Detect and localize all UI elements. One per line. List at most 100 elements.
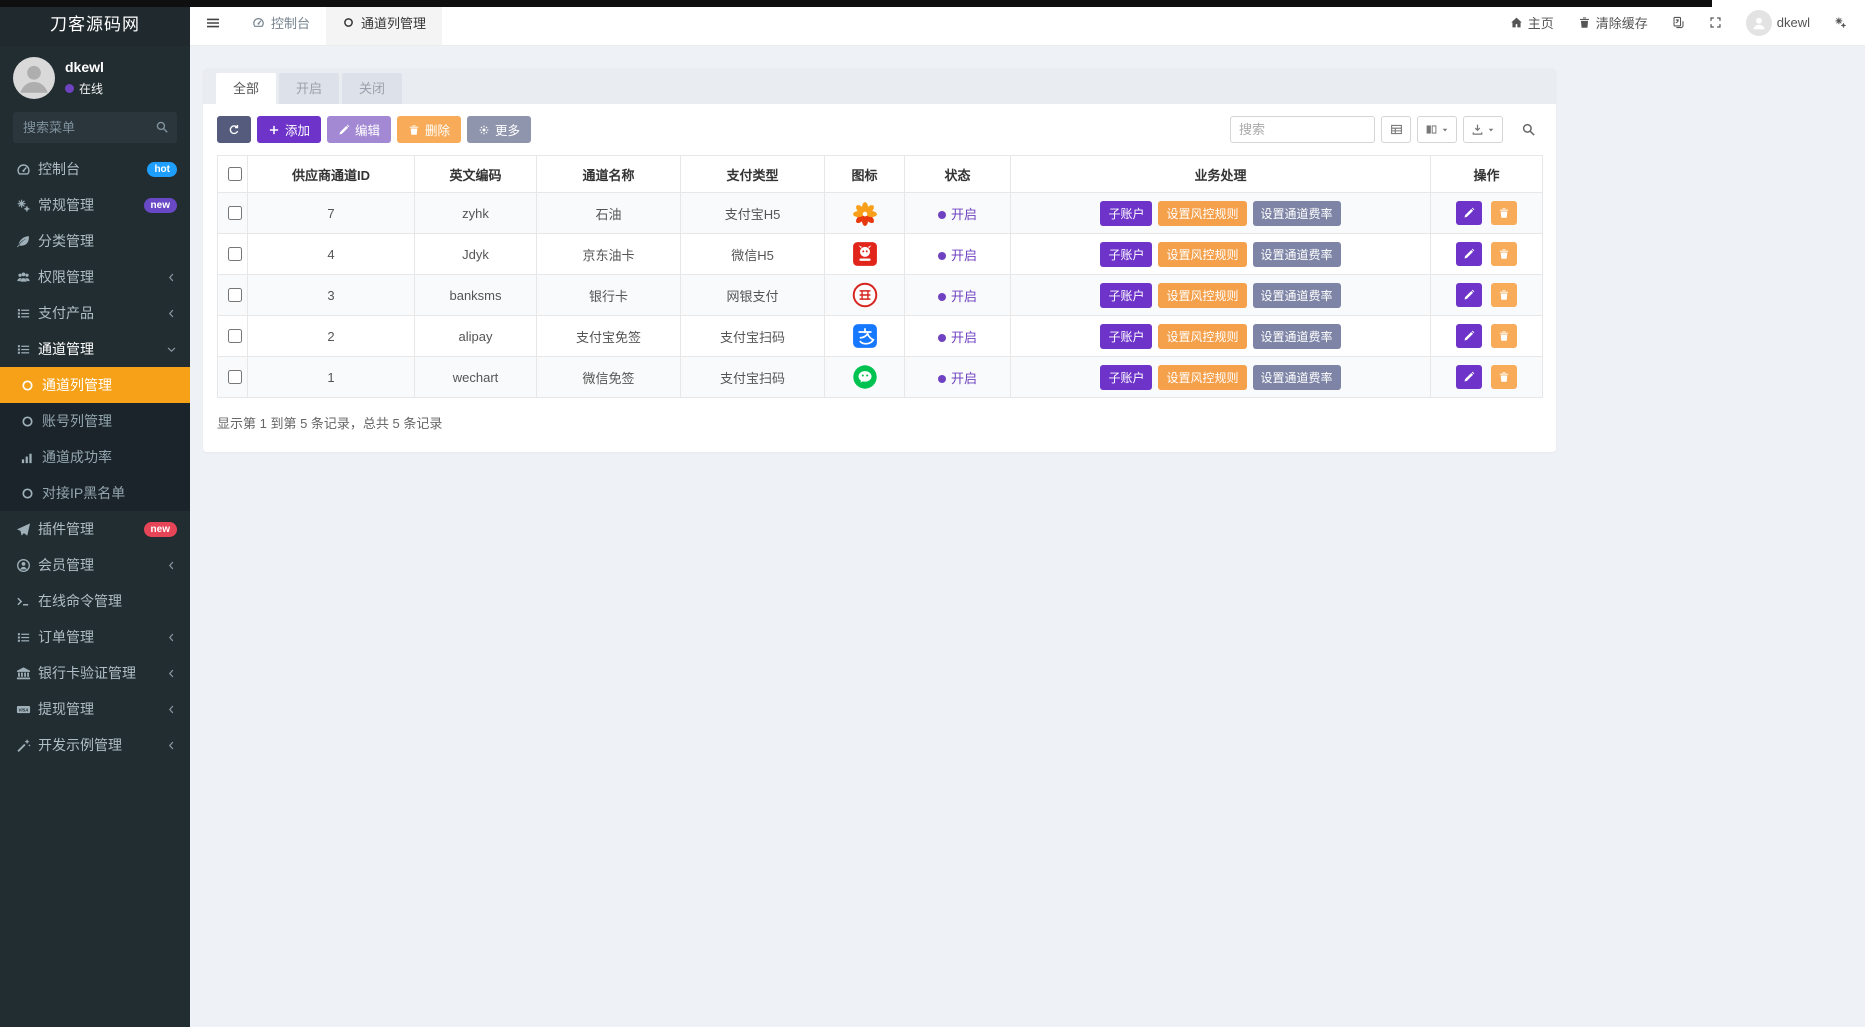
more-button[interactable]: 更多 — [467, 116, 532, 143]
circle-icon — [17, 486, 38, 501]
sidebar-item-channel-success-rate[interactable]: 通道成功率 — [0, 439, 190, 475]
row-action-badge[interactable]: 设置风控规则 — [1158, 241, 1247, 267]
row-checkbox[interactable] — [228, 329, 242, 343]
sidebar-item-channel-list[interactable]: 通道列管理 — [0, 367, 190, 403]
row-delete-button[interactable] — [1491, 324, 1518, 348]
person-icon — [1750, 14, 1768, 32]
sidebar-item-label: 支付产品 — [38, 305, 94, 321]
list-icon — [13, 630, 34, 645]
row-action-badge[interactable]: 设置风控规则 — [1158, 200, 1247, 226]
panel-body: 添加 编辑 删除 更多 搜索 供应商通道ID 英文编码 通道名称 支付类型 图标… — [203, 104, 1556, 452]
cell-business-actions: 子账户 设置风控规则 设置通道费率 — [1010, 192, 1431, 234]
row-delete-button[interactable] — [1491, 242, 1518, 266]
row-checkbox[interactable] — [228, 288, 242, 302]
row-action-badge[interactable]: 设置通道费率 — [1252, 200, 1341, 226]
sidebar-item-pay-product[interactable]: 支付产品 — [0, 295, 190, 331]
sidebar-item-console[interactable]: 控制台 hot — [0, 151, 190, 187]
sidebar-item-bankcard-verify[interactable]: 银行卡验证管理 — [0, 655, 190, 691]
sidebar-item-addon[interactable]: 插件管理 new — [0, 511, 190, 547]
sidebar-item-member[interactable]: 会员管理 — [0, 547, 190, 583]
list-icon — [13, 342, 34, 357]
row-action-badge[interactable]: 设置通道费率 — [1252, 241, 1341, 267]
filter-tab-closed[interactable]: 关闭 — [342, 73, 403, 104]
row-edit-button[interactable] — [1455, 324, 1482, 348]
row-action-badge[interactable]: 设置通道费率 — [1252, 323, 1341, 349]
row-delete-button[interactable] — [1491, 283, 1518, 307]
cell-channel-name: 微信免签 — [536, 356, 681, 398]
row-action-badge[interactable]: 子账户 — [1100, 282, 1153, 308]
row-action-badge[interactable]: 子账户 — [1100, 323, 1153, 349]
row-action-badge[interactable]: 设置通道费率 — [1252, 282, 1341, 308]
header-supplier-channel-id[interactable]: 供应商通道ID — [247, 155, 415, 193]
header-status[interactable]: 状态 — [904, 155, 1011, 193]
refresh-button[interactable] — [217, 116, 251, 143]
sidebar-item-account-list[interactable]: 账号列管理 — [0, 403, 190, 439]
filter-tab-open[interactable]: 开启 — [279, 73, 340, 104]
delete-button[interactable]: 删除 — [397, 116, 462, 143]
user-menu[interactable]: dkewl — [1745, 9, 1810, 36]
sidebar-item-dev-example[interactable]: 开发示例管理 — [0, 727, 190, 763]
navbar-right: 主页 清除缓存 dkewl — [1510, 9, 1865, 36]
row-edit-button[interactable] — [1455, 365, 1482, 389]
cell-icon — [824, 315, 905, 357]
petrochina-icon — [852, 200, 878, 226]
delete-label: 删除 — [425, 124, 451, 138]
sidebar-item-ip-blacklist[interactable]: 对接IP黑名单 — [0, 475, 190, 511]
row-checkbox[interactable] — [228, 370, 242, 384]
app-window: 刀客源码网 dkewl 在线 控制台hot 常规管理new 分类管理 权限管理 … — [0, 0, 1865, 1027]
row-edit-button[interactable] — [1455, 283, 1482, 307]
settings-button[interactable] — [1834, 16, 1847, 29]
sidebar-item-auth[interactable]: 权限管理 — [0, 259, 190, 295]
sidebar-item-order[interactable]: 订单管理 — [0, 619, 190, 655]
filter-tab-all[interactable]: 全部 — [216, 73, 277, 104]
sidebar-item-online-command[interactable]: 在线命令管理 — [0, 583, 190, 619]
add-button[interactable]: 添加 — [257, 116, 322, 143]
row-action-badge[interactable]: 设置风控规则 — [1158, 364, 1247, 390]
home-link[interactable]: 主页 — [1510, 13, 1554, 32]
add-label: 添加 — [285, 124, 311, 138]
row-checkbox-cell — [217, 274, 248, 316]
row-checkbox[interactable] — [228, 247, 242, 261]
export-icon — [1471, 123, 1484, 136]
sidebar-item-channel[interactable]: 通道管理 — [0, 331, 190, 367]
header-pay-type[interactable]: 支付类型 — [680, 155, 825, 193]
row-action-badge[interactable]: 设置通道费率 — [1252, 364, 1341, 390]
sidebar-item-label: 通道管理 — [38, 341, 94, 357]
row-action-badge[interactable]: 子账户 — [1100, 364, 1153, 390]
row-checkbox[interactable] — [228, 206, 242, 220]
fullscreen-button[interactable] — [1709, 16, 1722, 29]
search-toggle-button[interactable] — [1515, 121, 1542, 138]
edit-button[interactable]: 编辑 — [327, 116, 392, 143]
row-action-badge[interactable]: 设置风控规则 — [1158, 282, 1247, 308]
header-english-code[interactable]: 英文编码 — [414, 155, 537, 193]
clear-cache-link[interactable]: 清除缓存 — [1578, 13, 1648, 32]
sidebar-item-category[interactable]: 分类管理 — [0, 223, 190, 259]
row-action-badge[interactable]: 子账户 — [1100, 200, 1153, 226]
row-action-badge[interactable]: 设置风控规则 — [1158, 323, 1247, 349]
sidebar-item-general[interactable]: 常规管理 new — [0, 187, 190, 223]
paging-switch-button[interactable] — [1381, 116, 1411, 143]
row-delete-button[interactable] — [1491, 365, 1518, 389]
columns-button[interactable] — [1417, 116, 1457, 143]
table-row: 1 wechart 微信免签 支付宝扫码 开启 子账户 设置风控规则 设置通道费率 — [217, 356, 1543, 398]
cell-english-code: banksms — [414, 274, 537, 316]
home-icon — [1510, 16, 1523, 29]
row-delete-button[interactable] — [1491, 201, 1518, 225]
select-all-checkbox[interactable] — [228, 167, 242, 181]
row-edit-button[interactable] — [1455, 242, 1482, 266]
language-button[interactable] — [1672, 16, 1685, 29]
table-search-input[interactable] — [1230, 116, 1375, 143]
export-button[interactable] — [1463, 116, 1503, 143]
row-edit-button[interactable] — [1455, 201, 1482, 225]
user-status: 在线 — [65, 80, 104, 97]
chevron-left-icon — [166, 704, 177, 715]
row-action-badge[interactable]: 子账户 — [1100, 241, 1153, 267]
header-channel-name[interactable]: 通道名称 — [536, 155, 681, 193]
sidebar-search-input[interactable] — [13, 112, 177, 143]
row-checkbox-cell — [217, 233, 248, 275]
pencil-icon — [1463, 207, 1475, 219]
sidebar-item-withdraw[interactable]: VISA 提现管理 — [0, 691, 190, 727]
cell-operations — [1430, 315, 1543, 357]
cell-operations — [1430, 274, 1543, 316]
header-operation: 操作 — [1430, 155, 1543, 193]
